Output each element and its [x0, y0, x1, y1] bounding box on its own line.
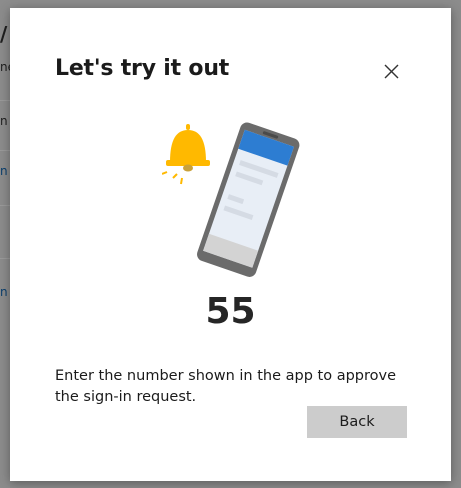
close-button[interactable] — [378, 56, 404, 82]
bell-icon — [162, 124, 210, 185]
instruction-text: Enter the number shown in the app to app… — [55, 367, 397, 405]
phone-notification-illustration — [162, 122, 300, 277]
verification-number: 55 — [205, 291, 256, 332]
close-icon — [384, 64, 398, 79]
dialog-title: Let's try it out — [55, 56, 230, 81]
background-text-fragment: / — [0, 22, 8, 46]
phone-icon — [197, 122, 300, 277]
back-button[interactable]: Back — [307, 406, 407, 438]
try-it-out-dialog: Let's try it out 55 Enter the number sho… — [10, 8, 451, 481]
